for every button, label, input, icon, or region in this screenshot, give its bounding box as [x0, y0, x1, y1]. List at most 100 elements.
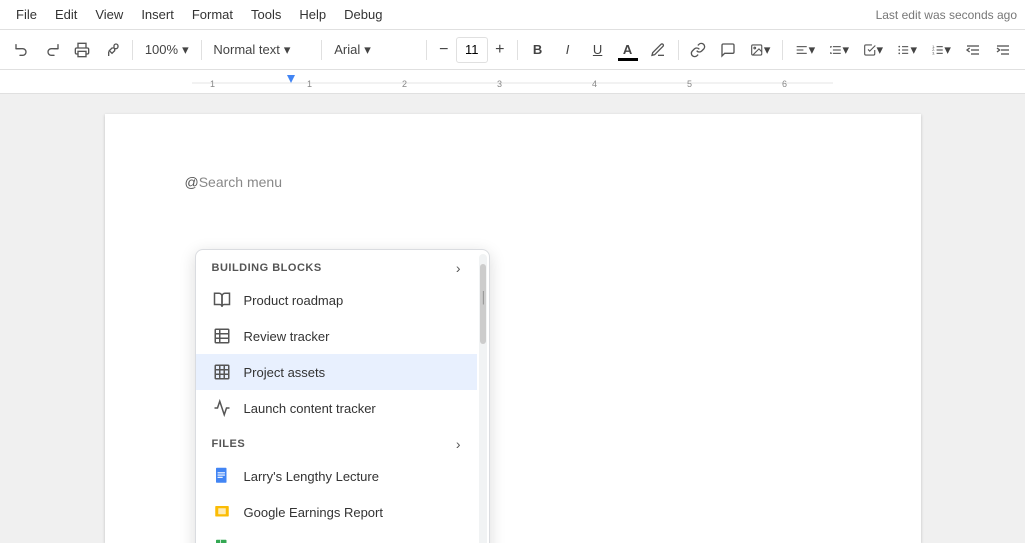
underline-button[interactable]: U — [584, 35, 612, 65]
italic-button[interactable]: I — [554, 35, 582, 65]
apps-offsite-item[interactable]: Apps Offsite Budgeting — [196, 530, 477, 543]
earnings-report-item[interactable]: Google Earnings Report — [196, 494, 477, 530]
svg-text:4: 4 — [592, 79, 597, 89]
menu-view[interactable]: View — [87, 3, 131, 26]
at-search-area: @Search menu — [185, 174, 841, 190]
font-size-input[interactable] — [456, 37, 488, 63]
image-button[interactable]: ▾ — [744, 35, 776, 65]
checklist-icon — [863, 41, 876, 59]
product-roadmap-item[interactable]: Product roadmap — [196, 282, 477, 318]
project-assets-item[interactable]: Project assets — [196, 354, 477, 390]
menu-bar: File Edit View Insert Format Tools Help … — [0, 0, 1025, 30]
numbered-list-button[interactable]: 1. 2. 3. ▾ — [925, 35, 957, 65]
numbered-list-icon: 1. 2. 3. — [931, 41, 944, 59]
earnings-report-label: Google Earnings Report — [244, 505, 383, 520]
menu-edit[interactable]: Edit — [47, 3, 85, 26]
line-spacing-dropdown-icon: ▾ — [843, 42, 850, 58]
increase-indent-button[interactable] — [989, 35, 1017, 65]
image-icon — [750, 41, 763, 59]
bullet-list-button[interactable]: ▾ — [891, 35, 923, 65]
dropdown-popup: BUILDING BLOCKS › Product roadmap — [195, 249, 490, 543]
chart-icon — [212, 398, 232, 418]
paint-format-button[interactable] — [98, 35, 126, 65]
larrys-lecture-label: Larry's Lengthy Lecture — [244, 469, 379, 484]
link-button[interactable] — [684, 35, 712, 65]
bullet-list-dropdown-icon: ▾ — [910, 42, 917, 58]
menu-tools[interactable]: Tools — [243, 3, 289, 26]
svg-text:6: 6 — [782, 79, 787, 89]
svg-text:1: 1 — [307, 79, 312, 89]
launch-content-tracker-label: Launch content tracker — [244, 401, 376, 416]
sheets-green-icon — [212, 538, 232, 543]
svg-text:3.: 3. — [932, 50, 935, 55]
menu-file[interactable]: File — [8, 3, 45, 26]
review-tracker-item[interactable]: Review tracker — [196, 318, 477, 354]
font-size-decrease-button[interactable]: − — [433, 35, 455, 65]
menu-insert[interactable]: Insert — [133, 3, 182, 26]
menu-help[interactable]: Help — [291, 3, 334, 26]
text-color-icon: A — [623, 42, 632, 57]
divider-1 — [132, 40, 133, 60]
project-assets-label: Project assets — [244, 365, 326, 380]
align-dropdown-icon: ▾ — [809, 42, 816, 58]
svg-text:2: 2 — [402, 79, 407, 89]
line-spacing-button[interactable]: ▾ — [823, 35, 855, 65]
larrys-lecture-item[interactable]: Larry's Lengthy Lecture — [196, 458, 477, 494]
divider-3 — [321, 40, 322, 60]
menu-debug[interactable]: Debug — [336, 3, 390, 26]
at-symbol: @ — [185, 174, 199, 190]
text-cursor: | — [480, 289, 488, 305]
align-icon — [795, 41, 808, 59]
comment-button[interactable] — [714, 35, 742, 65]
highlight-color-button[interactable] — [644, 35, 672, 65]
decrease-indent-button[interactable] — [959, 35, 987, 65]
undo-button[interactable] — [8, 35, 36, 65]
link-icon — [690, 41, 706, 59]
svg-text:1: 1 — [210, 79, 215, 89]
book-icon — [212, 290, 232, 310]
divider-2 — [201, 40, 202, 60]
image-dropdown-icon: ▾ — [764, 42, 771, 58]
style-select[interactable]: Normal text ▾ — [207, 35, 315, 65]
ruler-inner: 1 1 2 3 4 5 6 7 — [0, 75, 1025, 91]
svg-text:5: 5 — [687, 79, 692, 89]
divider-6 — [678, 40, 679, 60]
svg-text:3: 3 — [497, 79, 502, 89]
paint-format-icon — [104, 41, 120, 59]
files-arrow[interactable]: › — [456, 436, 461, 452]
files-header: FILES › — [196, 426, 477, 458]
comment-icon — [720, 41, 736, 59]
menu-format[interactable]: Format — [184, 3, 241, 26]
font-select[interactable]: Arial ▾ — [328, 35, 420, 65]
print-button[interactable] — [68, 35, 96, 65]
style-value: Normal text — [213, 42, 279, 57]
print-icon — [74, 41, 90, 59]
docs-blue-icon — [212, 466, 232, 486]
highlight-icon — [650, 42, 666, 58]
zoom-select[interactable]: 100% ▾ — [139, 35, 195, 65]
zoom-value: 100% — [145, 42, 178, 57]
font-size-area: − + — [433, 35, 511, 65]
align-button[interactable]: ▾ — [789, 35, 821, 65]
slides-yellow-icon — [212, 502, 232, 522]
building-blocks-title: BUILDING BLOCKS — [212, 262, 322, 274]
last-edit-status: Last edit was seconds ago — [876, 8, 1017, 22]
redo-button[interactable] — [38, 35, 66, 65]
search-placeholder: Search menu — [199, 174, 282, 190]
font-size-increase-button[interactable]: + — [489, 35, 511, 65]
checklist-button[interactable]: ▾ — [857, 35, 889, 65]
numbered-list-dropdown-icon: ▾ — [944, 42, 951, 58]
bold-button[interactable]: B — [524, 35, 552, 65]
product-roadmap-label: Product roadmap — [244, 293, 344, 308]
text-color-button[interactable]: A — [614, 35, 642, 65]
document-page: @Search menu BUILDING BLOCKS › — [105, 114, 921, 543]
page-area: @Search menu BUILDING BLOCKS › — [0, 94, 1025, 543]
line-spacing-icon — [829, 41, 842, 59]
divider-7 — [782, 40, 783, 60]
checklist-dropdown-icon: ▾ — [877, 42, 884, 58]
toolbar: 100% ▾ Normal text ▾ Arial ▾ − + B I U A — [0, 30, 1025, 70]
divider-4 — [426, 40, 427, 60]
undo-icon — [14, 41, 30, 59]
launch-content-tracker-item[interactable]: Launch content tracker — [196, 390, 477, 426]
building-blocks-arrow[interactable]: › — [456, 260, 461, 276]
